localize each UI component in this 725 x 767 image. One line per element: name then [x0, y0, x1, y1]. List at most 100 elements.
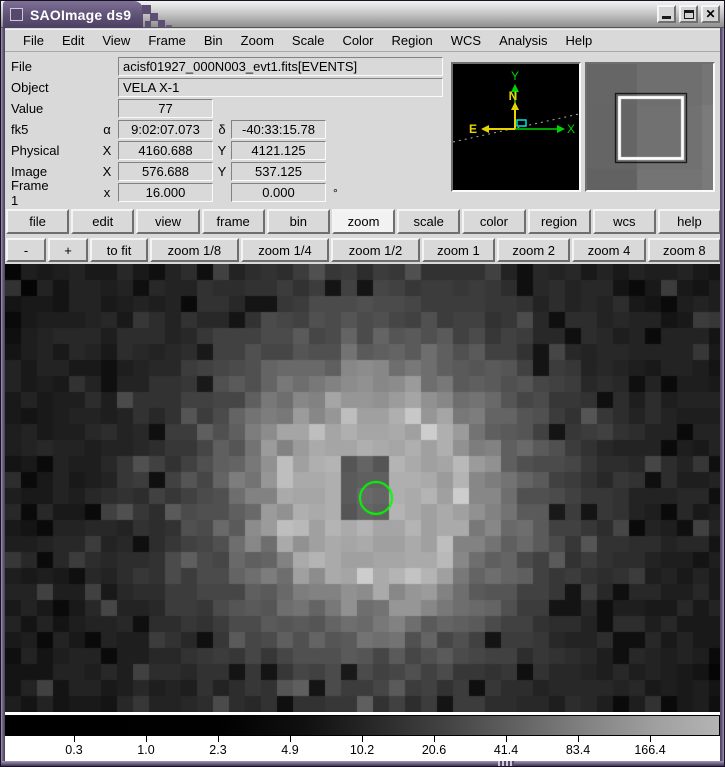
toolbar-frame-button[interactable]: frame — [202, 209, 265, 234]
menu-analysis[interactable]: Analysis — [490, 31, 556, 50]
object-label: Object — [11, 80, 49, 95]
colorbar-label: 1.0 — [116, 743, 176, 757]
toolbar-zoom-button[interactable]: zoom — [332, 209, 395, 234]
toolbar-view-button[interactable]: view — [136, 209, 199, 234]
toolbar-region-button[interactable]: region — [528, 209, 591, 234]
zoom-1-8-button[interactable]: zoom 1/8 — [150, 238, 239, 262]
image-x-label: X — [101, 164, 113, 179]
toolbar-edit-button[interactable]: edit — [71, 209, 134, 234]
physical-x-label: X — [101, 143, 113, 158]
colorbar-gradient[interactable] — [5, 715, 720, 736]
dec-field[interactable]: -40:33:15.78 — [231, 120, 326, 139]
window-frame-left — [1, 28, 5, 766]
frame-zoom-label: x — [101, 185, 113, 200]
physical-y-field[interactable]: 4121.125 — [231, 141, 326, 160]
zoom-1-2-button[interactable]: zoom 1/2 — [331, 238, 420, 262]
zoom-4-button[interactable]: zoom 4 — [572, 238, 645, 262]
toolbar-scale-button[interactable]: scale — [397, 209, 460, 234]
menu-color[interactable]: Color — [333, 31, 382, 50]
svg-text:E: E — [469, 122, 477, 136]
zoom-1-button[interactable]: zoom 1 — [422, 238, 495, 262]
zoom-toolbar: - + to fit zoom 1/8 zoom 1/4 zoom 1/2 zo… — [5, 236, 722, 264]
menu-wcs[interactable]: WCS — [442, 31, 490, 50]
colorbar-tick — [506, 736, 507, 742]
fits-image-canvas[interactable] — [5, 264, 722, 712]
value-label: Value — [11, 101, 43, 116]
physical-label: Physical — [11, 143, 59, 158]
toolbar-wcs-button[interactable]: wcs — [593, 209, 656, 234]
menu-region[interactable]: Region — [383, 31, 442, 50]
colorbar-label: 4.9 — [260, 743, 320, 757]
colorbar-tick — [434, 736, 435, 742]
colorbar-label: 166.4 — [620, 743, 680, 757]
menu-zoom[interactable]: Zoom — [232, 31, 283, 50]
zoom-1-4-button[interactable]: zoom 1/4 — [241, 238, 330, 262]
title-tab[interactable]: SAOImage ds9 — [3, 1, 143, 28]
image-y-field[interactable]: 537.125 — [231, 162, 326, 181]
menu-scale[interactable]: Scale — [283, 31, 334, 50]
toolbar-file-button[interactable]: file — [6, 209, 69, 234]
window-frame-right — [720, 28, 724, 766]
svg-text:N: N — [509, 89, 518, 103]
zoom-2-button[interactable]: zoom 2 — [497, 238, 570, 262]
toolbar-help-button[interactable]: help — [658, 209, 721, 234]
minimize-icon — [662, 16, 671, 19]
colorbar-tick — [578, 736, 579, 742]
menu-frame[interactable]: Frame — [139, 31, 195, 50]
ra-field[interactable]: 9:02:07.073 — [118, 120, 213, 139]
pixel-value-field[interactable]: 77 — [118, 99, 213, 118]
menu-bar: File Edit View Frame Bin Zoom Scale Colo… — [5, 29, 722, 52]
file-label: File — [11, 59, 32, 74]
minimize-button[interactable] — [657, 5, 676, 23]
svg-text:X: X — [567, 122, 575, 136]
menu-file[interactable]: File — [14, 31, 53, 50]
window-frame-bottom — [1, 761, 725, 766]
menu-view[interactable]: View — [93, 31, 139, 50]
zoom-8-button[interactable]: zoom 8 — [648, 238, 721, 262]
close-icon: ✕ — [705, 8, 715, 20]
toolbar-color-button[interactable]: color — [462, 209, 525, 234]
menu-bin[interactable]: Bin — [195, 31, 232, 50]
file-value-field[interactable]: acisf01927_000N003_evt1.fits[EVENTS] — [118, 57, 443, 76]
colorbar-label: 20.6 — [404, 743, 464, 757]
frame-label: Frame 1 — [11, 178, 49, 208]
physical-x-field[interactable]: 4160.688 — [118, 141, 213, 160]
fk5-label: fk5 — [11, 122, 28, 137]
zoom-in-button[interactable]: + — [48, 238, 88, 262]
menu-help[interactable]: Help — [556, 31, 601, 50]
image-viewer[interactable] — [5, 264, 722, 712]
colorbar-tick — [218, 736, 219, 742]
panner-panel[interactable]: XYNE — [451, 62, 581, 192]
ds9-window: SAOImage ds9 ✕ File Edit View Frame Bin … — [0, 0, 725, 767]
colorbar-label: 10.2 — [332, 743, 392, 757]
frame-rotation-field[interactable]: 0.000 — [231, 183, 326, 202]
window-menu-icon[interactable] — [10, 8, 23, 21]
zoom-fit-button[interactable]: to fit — [90, 238, 148, 262]
colorbar-label: 83.4 — [548, 743, 608, 757]
colorbar-tick — [146, 736, 147, 742]
image-y-label: Y — [216, 164, 228, 179]
resize-grip-icon[interactable] — [498, 761, 514, 766]
colorbar-label: 0.3 — [44, 743, 104, 757]
frame-zoom-field[interactable]: 16.000 — [118, 183, 213, 202]
info-panel: File acisf01927_000N003_evt1.fits[EVENTS… — [5, 52, 722, 207]
title-bar[interactable]: SAOImage ds9 ✕ — [1, 1, 725, 28]
toolbar-bin-button[interactable]: bin — [267, 209, 330, 234]
colorbar-tick — [362, 736, 363, 742]
magnifier-view — [587, 64, 713, 190]
image-x-field[interactable]: 576.688 — [118, 162, 213, 181]
colorbar-tick — [650, 736, 651, 742]
magnifier-panel[interactable] — [585, 62, 715, 192]
title-tab-decoration — [158, 20, 165, 27]
rotation-unit-label: ° — [333, 186, 338, 200]
menu-edit[interactable]: Edit — [53, 31, 93, 50]
maximize-button[interactable] — [679, 5, 698, 23]
object-value-field[interactable]: VELA X-1 — [118, 78, 443, 97]
title-tab-decoration — [166, 25, 172, 28]
zoom-out-button[interactable]: - — [6, 238, 46, 262]
panner-compass: XYNE — [453, 64, 579, 190]
maximize-icon — [684, 10, 694, 19]
close-button[interactable]: ✕ — [701, 5, 720, 23]
main-toolbar: file edit view frame bin zoom scale colo… — [5, 207, 722, 236]
colorbar-area: 0.3 1.0 2.3 4.9 10.2 20.6 41.4 83.4 166.… — [5, 712, 722, 763]
